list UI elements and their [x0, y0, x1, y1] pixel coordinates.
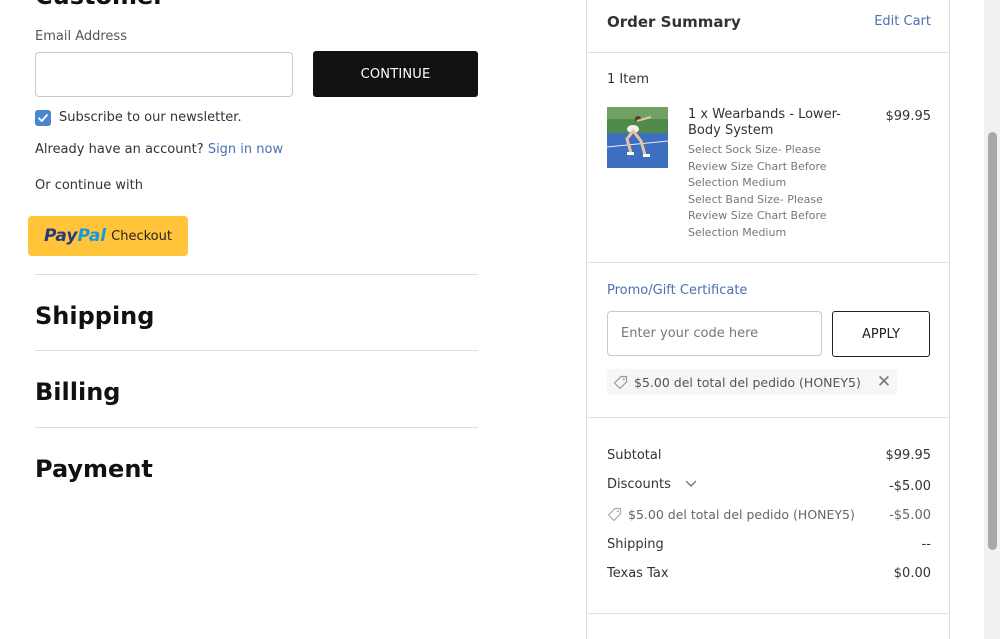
edit-cart-link[interactable]: Edit Cart — [874, 14, 931, 29]
tag-icon — [613, 375, 628, 390]
close-icon[interactable]: ✕ — [877, 373, 891, 391]
product-image — [607, 107, 668, 168]
sign-in-link[interactable]: Sign in now — [208, 142, 283, 157]
discount-detail-value: -$5.00 — [889, 508, 931, 523]
product-name: 1 x Wearbands - Lower-Body System — [688, 107, 841, 138]
tag-icon — [607, 507, 622, 522]
summary-divider — [587, 613, 949, 614]
scrollbar-thumb[interactable] — [988, 132, 997, 550]
paypal-checkout-button[interactable]: PayPal Checkout — [28, 216, 188, 256]
checkout-steps: Customer Email Address CONTINUE Subscrib… — [0, 0, 586, 639]
discount-detail-label: $5.00 del total del pedido (HONEY5) — [628, 507, 855, 522]
discounts-toggle[interactable]: Discounts — [607, 477, 697, 492]
subtotal-value: $99.95 — [885, 448, 932, 463]
item-count: 1 Item — [607, 72, 649, 87]
shipping-section-title[interactable]: Shipping — [35, 302, 154, 330]
payment-section-title[interactable]: Payment — [35, 455, 153, 483]
summary-divider — [587, 262, 949, 263]
section-divider — [35, 274, 478, 275]
customer-section-title: Customer — [35, 0, 165, 10]
product-options: Select Sock Size- Please Review Size Cha… — [688, 142, 838, 242]
email-label: Email Address — [35, 29, 127, 44]
order-summary-title: Order Summary — [607, 13, 741, 31]
order-summary-panel: Order Summary Edit Cart 1 Item 1 x Wearb… — [586, 0, 950, 639]
product-option: Select Sock Size- Please Review Size Cha… — [688, 143, 827, 190]
paypal-logo: PayPal — [44, 226, 106, 246]
continue-with-label: Or continue with — [35, 178, 143, 193]
newsletter-checkbox[interactable] — [35, 110, 51, 126]
promo-code-input[interactable] — [607, 311, 822, 356]
shipping-label: Shipping — [607, 537, 664, 552]
applied-coupon: $5.00 del total del pedido (HONEY5) ✕ — [607, 369, 898, 395]
section-divider — [35, 427, 478, 428]
paypal-logo-pal: Pal — [77, 226, 107, 246]
paypal-checkout-label: Checkout — [111, 228, 172, 244]
continue-button[interactable]: CONTINUE — [313, 51, 478, 97]
discounts-value: -$5.00 — [889, 479, 931, 494]
billing-section-title[interactable]: Billing — [35, 378, 120, 406]
summary-divider — [587, 52, 949, 53]
newsletter-label: Subscribe to our newsletter. — [59, 110, 242, 125]
account-prompt: Already have an account? Sign in now — [35, 142, 283, 157]
section-divider — [35, 350, 478, 351]
apply-button[interactable]: APPLY — [832, 311, 930, 357]
paypal-logo-pay: Pay — [44, 226, 78, 246]
summary-divider — [587, 417, 949, 418]
product-photo — [607, 107, 668, 168]
subtotal-label: Subtotal — [607, 448, 662, 463]
discount-detail: $5.00 del total del pedido (HONEY5) — [607, 507, 855, 522]
discounts-label: Discounts — [607, 477, 671, 492]
applied-coupon-label: $5.00 del total del pedido (HONEY5) — [634, 374, 861, 390]
product-option: Select Band Size- Please Review Size Cha… — [688, 192, 827, 239]
product-price: $99.95 — [885, 109, 932, 124]
tax-label: Texas Tax — [607, 566, 669, 581]
shipping-value: -- — [921, 537, 931, 552]
account-prompt-text: Already have an account? — [35, 142, 204, 157]
check-icon — [38, 114, 48, 122]
promo-toggle-link[interactable]: Promo/Gift Certificate — [607, 283, 747, 298]
tax-value: $0.00 — [893, 566, 931, 581]
chevron-down-icon[interactable] — [685, 477, 697, 492]
email-field[interactable] — [35, 52, 293, 97]
